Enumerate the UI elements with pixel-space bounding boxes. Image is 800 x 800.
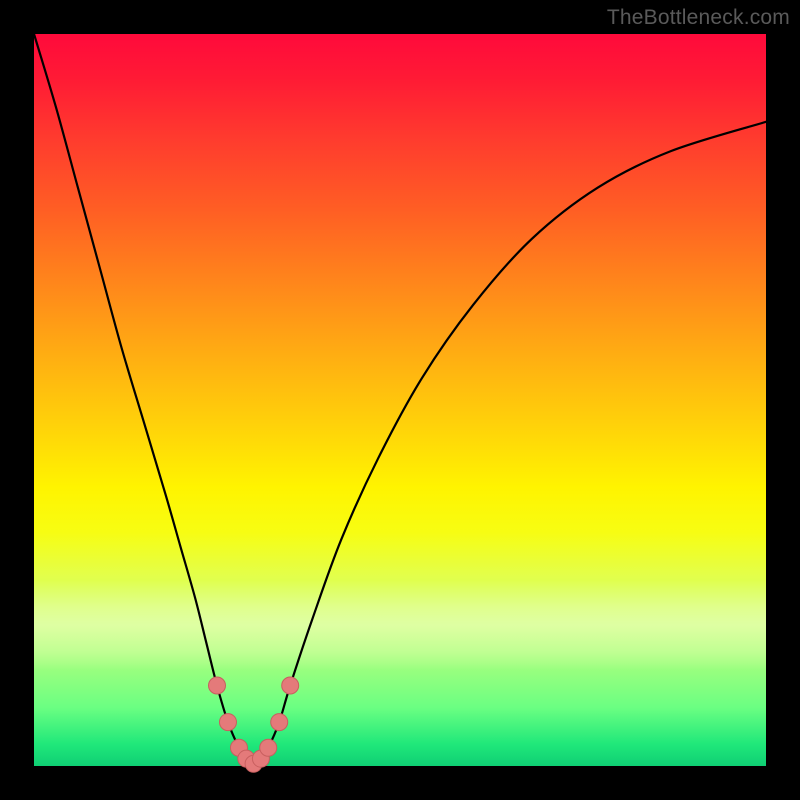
data-marker xyxy=(219,714,236,731)
curve-markers xyxy=(209,677,299,772)
chart-frame: TheBottleneck.com xyxy=(0,0,800,800)
bottleneck-curve xyxy=(34,34,766,764)
watermark-text: TheBottleneck.com xyxy=(607,6,790,30)
data-marker xyxy=(209,677,226,694)
curve-layer xyxy=(34,34,766,766)
data-marker xyxy=(260,739,277,756)
data-marker xyxy=(271,714,288,731)
data-marker xyxy=(282,677,299,694)
